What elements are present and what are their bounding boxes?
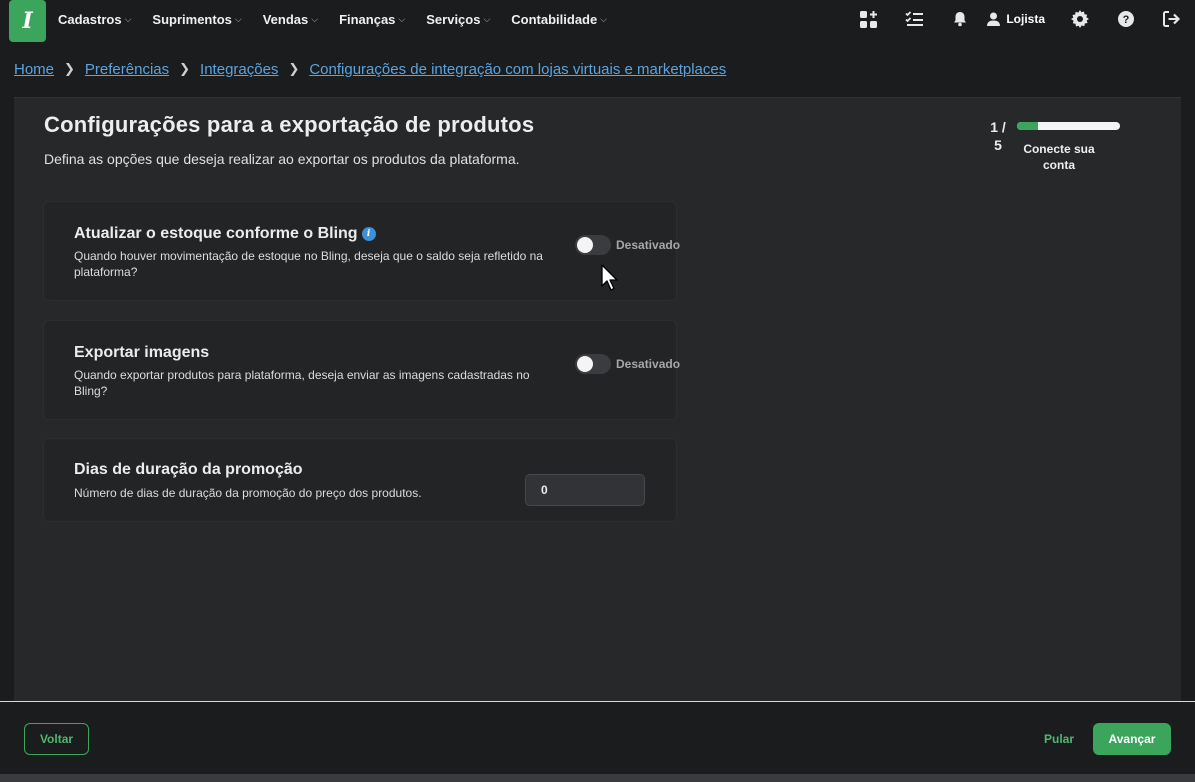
images-toggle[interactable]: Desativado	[575, 354, 680, 374]
step-counter: 1 / 5	[990, 119, 1006, 153]
page-title: Configurações para a exportação de produ…	[44, 112, 535, 137]
user-name: Lojista	[1006, 12, 1045, 26]
logout-icon[interactable]	[1149, 0, 1195, 38]
page-subtitle: Defina as opções que deseja realizar ao …	[44, 151, 520, 167]
apps-icon[interactable]	[845, 0, 891, 38]
svg-text:?: ?	[1123, 14, 1130, 26]
menu-cadastros[interactable]: Cadastros ⌵	[58, 12, 131, 27]
menu-servicos[interactable]: Serviços ⌵	[426, 12, 490, 27]
menu-financas[interactable]: Finanças ⌵	[339, 12, 405, 27]
toggle-status-label: Desativado	[616, 357, 681, 371]
toggle-knob	[577, 237, 593, 253]
step-label: Conecte sua conta	[1023, 142, 1095, 172]
chevron-down-icon: ⌵	[398, 13, 406, 24]
chevron-down-icon: ⌵	[311, 13, 319, 24]
top-navbar: I Cadastros ⌵ Suprimentos ⌵ Vendas ⌵ Finanç…	[0, 0, 1195, 42]
toggle-track[interactable]	[575, 354, 611, 374]
chevron-down-icon: ⌵	[234, 13, 242, 24]
toggle-knob	[577, 356, 593, 372]
breadcrumb-preferencias[interactable]: Preferências	[85, 61, 169, 78]
toggle-status-label: Desativado	[616, 238, 681, 252]
main-panel: Configurações para a exportação de produ…	[14, 97, 1181, 701]
setting-desc-promo: Número de dias de duração da promoção do…	[74, 486, 422, 500]
setting-card-stock: Atualizar o estoque conforme o Bling i Q…	[43, 201, 680, 301]
chevron-down-icon: ⌵	[483, 13, 491, 24]
menu-suprimentos[interactable]: Suprimentos ⌵	[152, 12, 241, 27]
setting-card-promo: Dias de duração da promoção Número de di…	[43, 438, 677, 522]
app-logo[interactable]: I	[9, 0, 46, 42]
gear-icon[interactable]	[1057, 0, 1103, 38]
toggle-track[interactable]	[575, 235, 611, 255]
breadcrumb-configuracoes[interactable]: Configurações de integração com lojas vi…	[309, 61, 726, 78]
menu-contabilidade[interactable]: Contabilidade ⌵	[511, 12, 607, 27]
help-icon[interactable]: ?	[1103, 0, 1149, 38]
setting-title-images: Exportar imagens	[74, 344, 210, 361]
progress-bar-fill	[1017, 122, 1038, 130]
user-icon	[987, 12, 1001, 26]
chevron-down-icon: ⌵	[124, 13, 132, 24]
progress-bar	[1017, 122, 1120, 130]
breadcrumb-integracoes[interactable]: Integrações	[200, 61, 278, 78]
setting-title-promo: Dias de duração da promoção	[74, 461, 303, 478]
info-icon[interactable]: i	[361, 227, 376, 241]
back-button[interactable]: Voltar	[24, 723, 89, 755]
main-menu: Cadastros ⌵ Suprimentos ⌵ Vendas ⌵ Finanças…	[58, 0, 628, 38]
setting-desc-stock: Quando houver movimentação de estoque no…	[74, 249, 543, 279]
promo-days-input[interactable]	[525, 474, 645, 506]
chevron-right-icon: ❯	[288, 61, 300, 76]
setting-desc-images: Quando exportar produtos para plataforma…	[74, 368, 530, 398]
chevron-right-icon: ❯	[179, 61, 191, 76]
checklist-icon[interactable]	[891, 0, 937, 38]
setting-title-stock: Atualizar o estoque conforme o Bling i	[74, 225, 376, 243]
user-menu[interactable]: Lojista	[983, 12, 1057, 26]
setting-card-images: Exportar imagens Quando exportar produto…	[43, 320, 680, 420]
breadcrumb: Home ❯ Preferências ❯ Integrações ❯ Conf…	[14, 60, 726, 78]
menu-vendas[interactable]: Vendas ⌵	[263, 12, 318, 27]
bell-icon[interactable]	[937, 0, 983, 38]
mouse-cursor-icon	[601, 264, 618, 291]
next-button[interactable]: Avançar	[1093, 723, 1171, 755]
nav-actions: Lojista ?	[845, 0, 1195, 38]
chevron-right-icon: ❯	[64, 61, 75, 76]
stock-toggle[interactable]: Desativado	[575, 235, 680, 255]
footer-bar: Voltar Pular Avançar	[0, 701, 1195, 774]
chevron-down-icon: ⌵	[600, 13, 608, 24]
bottom-strip	[0, 774, 1195, 782]
breadcrumb-home[interactable]: Home	[14, 61, 54, 78]
skip-button[interactable]: Pular	[1032, 723, 1086, 755]
